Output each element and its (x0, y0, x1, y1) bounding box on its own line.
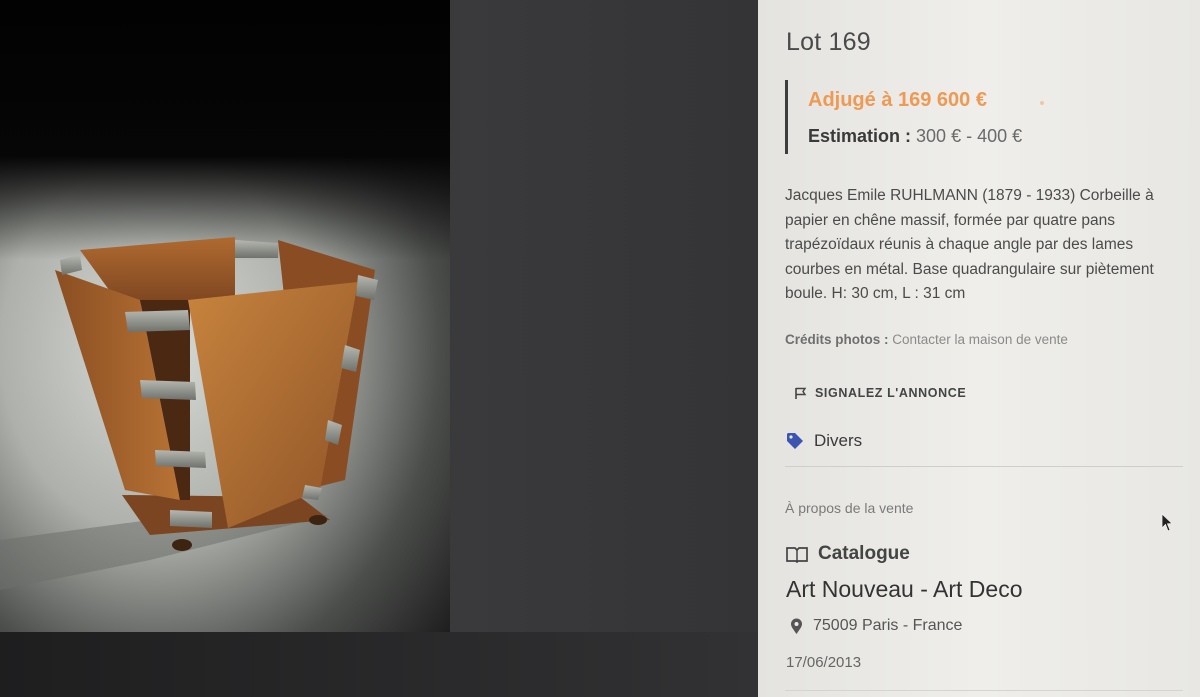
tag-icon (787, 433, 803, 449)
divider (785, 466, 1183, 467)
divider-bottom (785, 690, 1183, 691)
estimate-label: Estimation : (808, 126, 912, 146)
sale-name[interactable]: Art Nouveau - Art Deco (786, 576, 1023, 603)
sale-date: 17/06/2013 (786, 654, 862, 671)
lot-info-panel: Lot 169 Adjugé à 169 600 € Estimation : … (758, 0, 1200, 697)
about-sale-heading: À propos de la vente (785, 500, 914, 516)
sold-dot (1040, 101, 1044, 105)
credits-label: Crédits photos : (785, 332, 889, 347)
mouse-cursor-icon (1161, 513, 1173, 532)
credits-value[interactable]: Contacter la maison de vente (892, 332, 1068, 347)
lot-photo[interactable] (0, 0, 450, 632)
sold-price: Adjugé à 169 600 € (808, 89, 987, 111)
book-icon (786, 546, 808, 563)
sale-location: 75009 Paris - France (790, 617, 962, 635)
report-label: SIGNALEZ L'ANNONCE (815, 386, 967, 400)
screen-bezel-bottom (0, 632, 760, 697)
photo-credits: Crédits photos : Contacter la maison de … (785, 332, 1068, 347)
report-listing-button[interactable]: SIGNALEZ L'ANNONCE (794, 386, 966, 400)
price-accent-bar (785, 80, 788, 154)
category-tag[interactable]: Divers (786, 431, 862, 451)
catalogue-label: Catalogue (818, 543, 910, 564)
flag-icon (795, 387, 807, 399)
estimate: Estimation : 300 € - 400 € (808, 126, 1022, 147)
catalogue-link[interactable]: Catalogue (786, 543, 910, 565)
location-label: 75009 Paris - France (813, 617, 963, 634)
lot-description: Jacques Emile RUHLMANN (1879 - 1933) Cor… (785, 187, 1154, 302)
wastebasket-image (0, 237, 378, 590)
category-label: Divers (814, 431, 863, 450)
map-pin-icon (791, 618, 802, 634)
lot-title: Lot 169 (786, 28, 871, 56)
estimate-value: 300 € - 400 € (916, 126, 1023, 146)
